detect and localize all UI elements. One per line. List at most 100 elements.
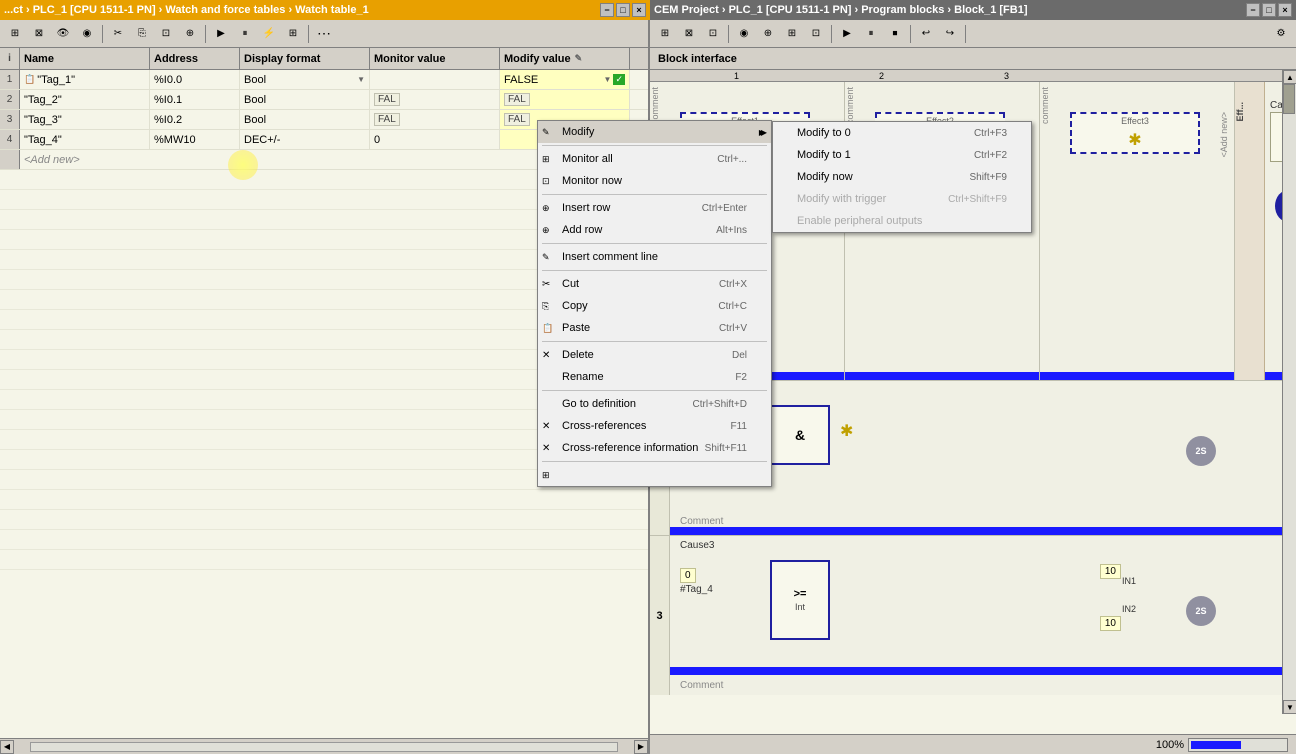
ctx-add-row[interactable]: ⊕ Add row Alt+Ins bbox=[538, 219, 771, 241]
lad-btn-4[interactable]: ◉ bbox=[733, 23, 755, 45]
toolbar-btn-3[interactable]: ◉ bbox=[76, 23, 98, 45]
toolbar-btn-9[interactable]: ⏸ bbox=[234, 23, 256, 45]
lad-btn-7[interactable]: ⊡ bbox=[805, 23, 827, 45]
col-header-name: Name bbox=[20, 48, 150, 69]
lad-btn-6[interactable]: ⊞ bbox=[781, 23, 803, 45]
lad-btn-1[interactable]: ⊞ bbox=[654, 23, 676, 45]
effect3-icon-1: ✱ bbox=[1128, 130, 1141, 150]
ctx-monitor-all-shortcut: Ctrl+... bbox=[717, 154, 763, 165]
row-num-4: 4 bbox=[0, 130, 20, 149]
scroll-left-btn[interactable]: ◀ bbox=[0, 740, 14, 754]
lad-btn-8[interactable]: ▶ bbox=[836, 23, 858, 45]
scroll-track[interactable] bbox=[30, 742, 618, 752]
left-minimize-btn[interactable]: − bbox=[600, 3, 614, 17]
insert-comment-icon: ✎ bbox=[542, 252, 550, 263]
ctx-cut[interactable]: ✂ Cut Ctrl+X bbox=[538, 273, 771, 295]
right-scrollbar[interactable]: ▲ ▼ bbox=[1282, 70, 1296, 714]
val-10b: 10 bbox=[1100, 616, 1121, 631]
sub-modify-now[interactable]: Modify now Shift+F9 bbox=[773, 166, 1031, 188]
ctx-paste[interactable]: 📋 Paste Ctrl+V bbox=[538, 317, 771, 339]
lad-col-3: Effect3 ✱ <Add new> comment bbox=[1040, 82, 1235, 380]
row4-name: "Tag_4" bbox=[20, 130, 150, 149]
row2-modify[interactable]: FAL bbox=[500, 90, 630, 109]
lad-btn-3[interactable]: ⊡ bbox=[702, 23, 724, 45]
ctx-sep-4 bbox=[542, 270, 767, 271]
ctx-sep-6 bbox=[542, 390, 767, 391]
sub-enable-peripheral[interactable]: Enable peripheral outputs bbox=[773, 210, 1031, 232]
row-num-1: 1 bbox=[0, 70, 20, 89]
expanded-mode-icon: ⊞ bbox=[542, 470, 550, 481]
ctx-copy[interactable]: ⎘ Copy Ctrl+C bbox=[538, 295, 771, 317]
lad-btn-settings[interactable]: ⚙ bbox=[1270, 23, 1292, 45]
row1-modify[interactable]: FALSE ▼ ✓ bbox=[500, 70, 630, 89]
lad-btn-11[interactable]: ↩ bbox=[915, 23, 937, 45]
cross-ref-icon: ✕ bbox=[542, 421, 550, 432]
toolbar-btn-10[interactable]: ⊞ bbox=[282, 23, 304, 45]
lad-btn-9[interactable]: ⏸ bbox=[860, 23, 882, 45]
toolbar-btn-4[interactable]: ✂ bbox=[107, 23, 129, 45]
sub-modify-1[interactable]: Modify to 1 Ctrl+F2 bbox=[773, 144, 1031, 166]
blue-bar-3 bbox=[1040, 372, 1234, 380]
ctx-insert-comment-label: Insert comment line bbox=[562, 251, 658, 263]
sub-modify-trigger-shortcut: Ctrl+Shift+F9 bbox=[948, 194, 1023, 205]
scroll-right-btn[interactable]: ▶ bbox=[634, 740, 648, 754]
and-op: & bbox=[795, 427, 805, 443]
toolbar-btn-5[interactable]: ⎘ bbox=[131, 23, 153, 45]
right-minimize-btn[interactable]: − bbox=[1246, 3, 1260, 17]
ctx-monitor-all[interactable]: ⊞ Monitor all Ctrl+... bbox=[538, 148, 771, 170]
zoom-level: 100% bbox=[1156, 739, 1184, 751]
ctx-go-to-def-shortcut: Ctrl+Shift+D bbox=[693, 399, 763, 410]
toolbar-btn-8[interactable]: ▶ bbox=[210, 23, 232, 45]
blue-bar-2 bbox=[845, 372, 1039, 380]
ctx-delete[interactable]: ✕ Delete Del bbox=[538, 344, 771, 366]
right-scroll-track bbox=[1283, 84, 1296, 700]
ctx-go-to-def[interactable]: Go to definition Ctrl+Shift+D bbox=[538, 393, 771, 415]
ctx-insert-comment[interactable]: ✎ Insert comment line bbox=[538, 246, 771, 268]
toolbar-btn-7[interactable]: ⊕ bbox=[179, 23, 201, 45]
col-header-modify: Modify value ✎ bbox=[500, 48, 630, 69]
lad-btn-10[interactable]: ⏹ bbox=[884, 23, 906, 45]
blue-bar-row2 bbox=[670, 527, 1296, 535]
toolbar-btn-2[interactable]: ⊠ bbox=[28, 23, 50, 45]
table-row: 2 "Tag_2" %I0.1 Bool FAL FAL bbox=[0, 90, 648, 110]
right-scroll-down[interactable]: ▼ bbox=[1283, 700, 1296, 714]
right-scroll-up[interactable]: ▲ bbox=[1283, 70, 1296, 84]
toolbar-btn-1[interactable]: ⊞ bbox=[4, 23, 26, 45]
ctx-sep-3 bbox=[542, 243, 767, 244]
toolbar-btn-force[interactable]: ⚡ bbox=[258, 23, 280, 45]
horizontal-scrollbar[interactable]: ◀ ▶ bbox=[0, 738, 648, 754]
ctx-monitor-now[interactable]: ⊡ Monitor now bbox=[538, 170, 771, 192]
geq-block: >= Int bbox=[770, 560, 830, 640]
ctx-rename[interactable]: Rename F2 bbox=[538, 366, 771, 388]
eff-label-col: Eff... bbox=[1235, 82, 1265, 380]
zoom-slider[interactable] bbox=[1188, 738, 1288, 752]
ctx-insert-row[interactable]: ⊕ Insert row Ctrl+Enter bbox=[538, 197, 771, 219]
ctx-cross-ref[interactable]: ✕ Cross-references F11 bbox=[538, 415, 771, 437]
ctx-modify-icon: ✎ bbox=[542, 127, 550, 138]
ctx-expanded-mode[interactable]: ⊞ bbox=[538, 464, 771, 486]
toolbar-btn-monitor[interactable]: 👁 bbox=[52, 23, 74, 45]
ctx-rename-label: Rename bbox=[562, 371, 604, 383]
delete-icon: ✕ bbox=[542, 350, 550, 361]
lad-btn-5[interactable]: ⊕ bbox=[757, 23, 779, 45]
right-restore-btn[interactable]: □ bbox=[1262, 3, 1276, 17]
lad-sep-2 bbox=[831, 25, 832, 43]
right-close-btn[interactable]: × bbox=[1278, 3, 1292, 17]
ctx-monitor-now-label: Monitor now bbox=[562, 175, 622, 187]
sub-modify-0-label: Modify to 0 bbox=[797, 127, 851, 139]
lad-btn-2[interactable]: ⊠ bbox=[678, 23, 700, 45]
sub-modify-0[interactable]: Modify to 0 Ctrl+F3 bbox=[773, 122, 1031, 144]
toolbar-btn-6[interactable]: ⊡ bbox=[155, 23, 177, 45]
left-close-btn[interactable]: × bbox=[632, 3, 646, 17]
toolbar-btn-11[interactable]: ⋯ bbox=[313, 23, 335, 45]
sub-modify-trigger[interactable]: Modify with trigger Ctrl+Shift+F9 bbox=[773, 188, 1031, 210]
ctx-delete-label: Delete bbox=[562, 349, 594, 361]
ctx-cross-ref-info[interactable]: ✕ Cross-reference information Shift+F11 bbox=[538, 437, 771, 459]
left-restore-btn[interactable]: □ bbox=[616, 3, 630, 17]
row3-name: "Tag_3" bbox=[20, 110, 150, 129]
ctx-modify[interactable]: ✎ Modify ▶ Modify to 0 Ctrl+F3 Modify to… bbox=[538, 121, 771, 143]
row3-label: 3 bbox=[650, 536, 670, 695]
lad-btn-12[interactable]: ↪ bbox=[939, 23, 961, 45]
lad-row-3: 3 Cause3 >= Int 0 #Tag_4 IN1 bbox=[650, 535, 1296, 695]
int-label: Int bbox=[795, 602, 805, 612]
